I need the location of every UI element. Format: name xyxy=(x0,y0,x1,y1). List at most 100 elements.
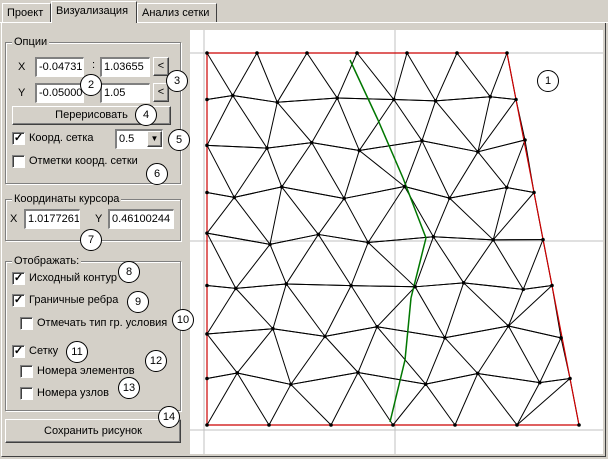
mesh-edge xyxy=(311,142,360,151)
mesh-node xyxy=(235,371,240,375)
mesh-edge xyxy=(285,234,319,285)
mesh-edge xyxy=(281,186,319,235)
mesh-edge xyxy=(236,372,270,426)
tab-project[interactable]: Проект xyxy=(2,3,51,22)
highlight-edge xyxy=(349,59,379,121)
highlight-edge xyxy=(402,177,427,239)
callout-11: 11 xyxy=(66,341,88,363)
mesh-edge xyxy=(350,242,369,286)
mesh-edge xyxy=(317,198,345,235)
mesh-node xyxy=(447,196,452,200)
mesh-edge xyxy=(272,328,292,385)
save-image-button[interactable]: Сохранить рисунок xyxy=(5,419,181,443)
mesh-edge xyxy=(456,52,491,98)
chevron-down-icon[interactable]: ▼ xyxy=(147,131,162,147)
callout-3: 3 xyxy=(166,70,188,92)
mesh-node xyxy=(205,376,209,381)
mesh-edge xyxy=(233,197,271,245)
node-numbers-checkbox[interactable] xyxy=(20,387,33,400)
callout-6: 6 xyxy=(146,163,168,185)
mesh-node xyxy=(488,94,493,99)
x-label: X xyxy=(18,61,26,73)
mesh-edge xyxy=(358,99,395,151)
mesh-edge xyxy=(367,186,405,243)
coord-grid-checkbox[interactable]: ✓ xyxy=(12,132,25,145)
mark-bc-checkbox[interactable] xyxy=(20,317,33,330)
cursor-y-label: Y xyxy=(95,213,103,225)
mesh-node xyxy=(405,51,409,55)
mesh-edge xyxy=(232,95,268,149)
source-contour-check-mark: ✓ xyxy=(13,272,24,284)
mesh-node xyxy=(550,283,554,288)
mesh-edge xyxy=(281,142,313,188)
mesh-edge xyxy=(351,285,416,288)
mesh-edge xyxy=(516,378,571,426)
mesh-edge xyxy=(306,52,338,99)
mesh-edge xyxy=(311,97,338,143)
mesh-edge xyxy=(393,99,423,141)
mesh-edge xyxy=(393,52,408,100)
mesh-node xyxy=(420,138,424,143)
mesh-node xyxy=(356,370,360,375)
coord-marks-checkbox[interactable] xyxy=(12,155,25,168)
mesh-edge xyxy=(492,239,524,290)
x-max-input[interactable]: 1.03655 xyxy=(100,57,150,77)
boundary-edges-checkbox[interactable]: ✓ xyxy=(12,294,25,307)
element-numbers-checkbox[interactable] xyxy=(20,365,33,378)
mesh-edge xyxy=(477,151,508,188)
callout-14: 14 xyxy=(158,406,180,428)
mesh-node xyxy=(433,99,438,103)
mesh-edge xyxy=(206,197,235,234)
mesh-edge xyxy=(415,282,464,288)
mesh-edge xyxy=(343,150,360,199)
x-range-button[interactable]: < xyxy=(153,57,169,76)
element-numbers-label: Номера элементов xyxy=(37,365,135,377)
boundary-edges-check-mark: ✓ xyxy=(13,294,24,306)
mesh-edge xyxy=(435,52,458,102)
cursor-y-value: 0.46100244 xyxy=(108,209,174,229)
mesh-edge xyxy=(206,192,235,198)
mesh-canvas[interactable] xyxy=(190,30,603,454)
mesh-edge xyxy=(421,140,451,199)
mesh-edge xyxy=(206,52,234,96)
mesh-edge xyxy=(285,283,326,337)
mesh-edge xyxy=(317,234,352,286)
mesh-edge xyxy=(357,372,426,385)
coord-grid-label: Коорд. сетка xyxy=(29,132,94,144)
grid-checkbox[interactable]: ✓ xyxy=(12,345,25,358)
mesh-node xyxy=(366,240,370,245)
mesh-node xyxy=(491,238,496,242)
options-title: Опции xyxy=(12,36,50,48)
mesh-node xyxy=(271,326,275,331)
mesh-edge xyxy=(508,325,541,383)
mesh-edge xyxy=(477,373,518,426)
grid-check-mark: ✓ xyxy=(13,345,24,357)
source-contour-checkbox[interactable]: ✓ xyxy=(12,272,25,285)
tab-visualization[interactable]: Визуализация xyxy=(51,1,137,23)
mesh-edge xyxy=(414,286,446,339)
mesh-node xyxy=(392,97,396,102)
mesh-node xyxy=(267,423,271,427)
mesh-edge xyxy=(350,285,378,328)
x-min-input[interactable]: -0.04731 xyxy=(35,57,84,77)
y-min-input[interactable]: -0.050000 xyxy=(35,83,84,103)
mesh-edge xyxy=(444,282,465,338)
mesh-node xyxy=(431,234,436,239)
mesh-edge xyxy=(233,147,268,198)
mesh-node xyxy=(284,282,289,286)
mesh-node xyxy=(205,332,209,336)
mesh-node xyxy=(523,138,527,142)
mesh-edge xyxy=(269,233,319,245)
mesh-edge xyxy=(404,186,450,199)
mesh-node xyxy=(475,371,480,376)
y-max-input[interactable]: 1.05 xyxy=(100,83,150,103)
tab-visualization-label: Визуализация xyxy=(56,5,129,17)
tab-project-label: Проект xyxy=(7,7,44,19)
cursor-x-value: 1.0177261 xyxy=(24,209,80,229)
mesh-edge xyxy=(290,336,326,385)
mesh-node xyxy=(305,51,309,55)
tab-mesh-analysis[interactable]: Анализ сетки xyxy=(137,3,217,22)
mesh-edge xyxy=(522,239,544,290)
mesh-edge xyxy=(272,328,326,337)
mesh-edge xyxy=(235,244,271,289)
